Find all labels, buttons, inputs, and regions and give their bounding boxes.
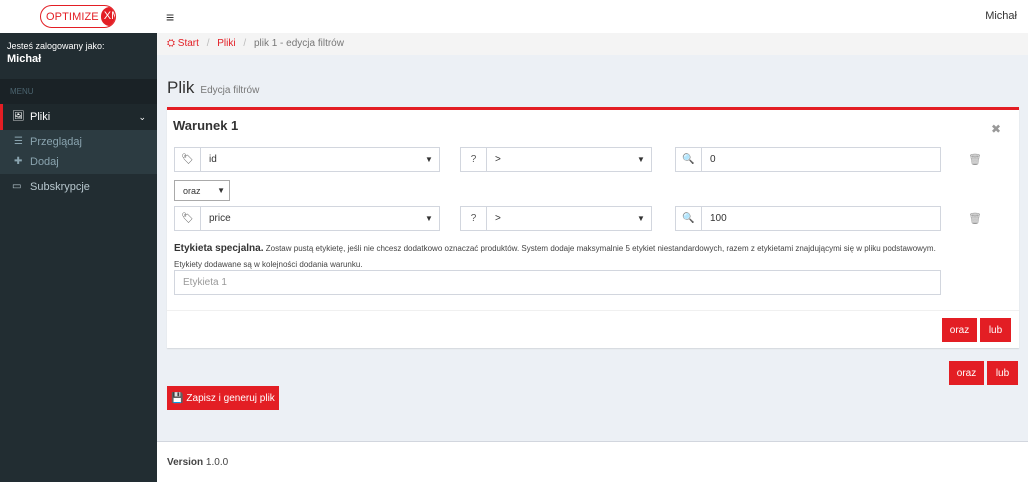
trash-icon[interactable]: 🗑 <box>968 212 982 225</box>
sidebar-item-subskrypcje[interactable]: ▭ Subskrypcje <box>0 174 157 200</box>
image-icon: 🖼 <box>12 111 25 122</box>
caret-down-icon: ▼ <box>637 214 645 223</box>
plus-icon: ✚ <box>14 156 23 167</box>
sidebar-item-label: Subskrypcje <box>30 181 90 193</box>
breadcrumb-start[interactable]: ⛭ Start <box>167 38 199 49</box>
condition-box: Warunek 1 ✖ 🏷 id ▼ ? > ▼ 🔍 0 🗑 oraz ▼ 🏷 … <box>167 107 1019 348</box>
content-area: ⛭ Start / Pliki / plik 1 - edycja filtró… <box>157 33 1028 441</box>
outer-and-button[interactable]: oraz <box>949 361 984 385</box>
condition-title: Warunek 1 <box>173 118 239 133</box>
question-icon: ? <box>461 148 487 171</box>
user-panel: Jesteś zalogowany jako: Michał <box>0 33 157 73</box>
outer-or-button[interactable]: lub <box>987 361 1018 385</box>
top-user-name[interactable]: Michał <box>985 10 1017 22</box>
join-select[interactable]: oraz ▼ <box>174 180 230 201</box>
question-icon: ? <box>461 207 487 230</box>
special-label-input[interactable]: Etykieta 1 <box>174 270 941 295</box>
save-generate-button[interactable]: 💾 Zapisz i generuj plik <box>167 386 279 410</box>
tag-icon: 🏷 <box>175 207 201 230</box>
trash-icon[interactable]: 🗑 <box>968 153 982 166</box>
logo[interactable]: OPTIMIZE XML <box>40 5 116 28</box>
special-label-help: Etykieta specjalna. Zostaw pustą etykiet… <box>174 243 936 269</box>
caret-down-icon: ▼ <box>637 155 645 164</box>
save-icon: 💾 <box>171 392 187 404</box>
submenu-pliki: ☰ Przeglądaj ✚ Dodaj <box>0 130 157 174</box>
logged-in-user: Michał <box>7 53 42 65</box>
logged-in-label: Jesteś zalogowany jako: <box>7 41 105 51</box>
search-icon: 🔍 <box>676 148 702 171</box>
close-icon[interactable]: ✖ <box>991 122 1001 136</box>
chevron-down-icon: ⌄ <box>138 112 146 122</box>
operator-select-1[interactable]: ? > ▼ <box>460 147 652 172</box>
logo-area: OPTIMIZE XML <box>0 0 157 33</box>
menu-header: MENU <box>0 79 157 104</box>
sidebar: Jesteś zalogowany jako: Michał MENU 🖼 Pl… <box>0 33 157 482</box>
sidebar-item-label: Pliki <box>30 111 51 123</box>
sidebar-item-pliki[interactable]: 🖼 Pliki ⌄ <box>0 104 157 130</box>
list-icon: ☰ <box>14 136 23 147</box>
breadcrumb-current: plik 1 - edycja filtrów <box>253 38 344 49</box>
sidebar-subitem-przegladaj[interactable]: ☰ Przeglądaj <box>0 132 157 152</box>
field-select-1[interactable]: 🏷 id ▼ <box>174 147 440 172</box>
sidebar-subitem-label: Przeglądaj <box>30 136 82 148</box>
breadcrumb-pliki[interactable]: Pliki <box>217 38 235 49</box>
caret-down-icon: ▼ <box>217 186 225 195</box>
top-navbar: OPTIMIZE XML ≡ Michał <box>0 0 1028 33</box>
box-footer <box>167 310 1019 311</box>
card-icon: ▭ <box>12 181 22 192</box>
sidebar-subitem-label: Dodaj <box>30 156 59 168</box>
condition-and-button[interactable]: oraz <box>942 318 977 342</box>
caret-down-icon: ▼ <box>425 155 433 164</box>
sidebar-subitem-dodaj[interactable]: ✚ Dodaj <box>0 152 157 172</box>
breadcrumb: ⛭ Start / Pliki / plik 1 - edycja filtró… <box>157 33 1028 55</box>
tag-icon: 🏷 <box>175 148 201 171</box>
hamburger-menu-icon[interactable]: ≡ <box>166 9 174 25</box>
page-title: Plik <box>167 78 195 97</box>
field-select-2[interactable]: 🏷 price ▼ <box>174 206 440 231</box>
page-header: Plik Edycja filtrów <box>167 78 259 98</box>
value-input-2[interactable]: 🔍 100 <box>675 206 941 231</box>
search-icon: 🔍 <box>676 207 702 230</box>
operator-select-2[interactable]: ? > ▼ <box>460 206 652 231</box>
footer-version: Version 1.0.0 <box>157 441 1028 482</box>
caret-down-icon: ▼ <box>425 214 433 223</box>
page-subtitle: Edycja filtrów <box>200 85 260 96</box>
condition-or-button[interactable]: lub <box>980 318 1011 342</box>
value-input-1[interactable]: 🔍 0 <box>675 147 941 172</box>
dashboard-icon: ⛭ <box>167 38 175 49</box>
